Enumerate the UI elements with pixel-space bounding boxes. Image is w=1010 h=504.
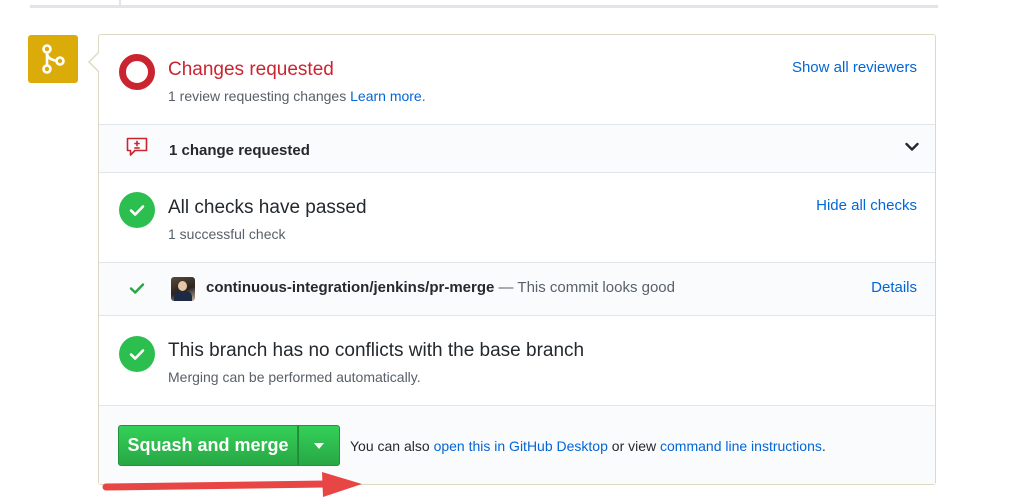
merge-alternatives-text: You can also open this in GitHub Desktop…: [350, 438, 826, 454]
check-item-row: continuous-integration/jenkins/pr-merge …: [99, 263, 935, 316]
timeline-tick: [119, 0, 121, 6]
annotation-arrow: [102, 472, 362, 497]
review-subtitle-text: 1 review requesting changes: [168, 88, 347, 104]
merge-button-group: Squash and merge: [118, 425, 340, 466]
details-link[interactable]: Details: [871, 279, 917, 296]
check-name: continuous-integration/jenkins/pr-merge: [206, 279, 495, 296]
review-title: Changes requested: [168, 59, 334, 80]
check-item-text: continuous-integration/jenkins/pr-merge …: [206, 279, 675, 296]
triangle-down-icon: [314, 442, 324, 449]
github-desktop-link[interactable]: open this in GitHub Desktop: [434, 438, 608, 454]
review-subtitle-end: .: [421, 88, 426, 104]
show-all-reviewers-link[interactable]: Show all reviewers: [792, 59, 917, 76]
review-status-section: Changes requested 1 review requesting ch…: [99, 35, 935, 125]
conflicts-status-section: This branch has no conflicts with the ba…: [99, 316, 935, 406]
avatar[interactable]: [171, 277, 195, 301]
review-subtitle: 1 review requesting changes Learn more.: [168, 88, 426, 104]
alt-middle: or view: [607, 438, 661, 454]
merge-box: Changes requested 1 review requesting ch…: [98, 34, 936, 485]
git-merge-icon: [42, 44, 65, 74]
timeline-divider: [30, 5, 938, 8]
check-circle-icon: [119, 336, 155, 372]
check-icon: [129, 283, 145, 294]
command-line-instructions-link[interactable]: command line instructions: [660, 438, 822, 454]
conflicts-title: This branch has no conflicts with the ba…: [168, 340, 585, 361]
hide-all-checks-link[interactable]: Hide all checks: [816, 197, 917, 214]
merge-badge: [28, 35, 78, 83]
alt-prefix: You can also: [350, 438, 434, 454]
checks-status-section: All checks have passed 1 successful chec…: [99, 173, 935, 263]
checks-title: All checks have passed: [168, 197, 367, 218]
chevron-down-icon[interactable]: [905, 142, 919, 152]
check-circle-icon: [119, 192, 155, 228]
change-requested-row[interactable]: 1 change requested: [99, 125, 935, 173]
squash-and-merge-button[interactable]: Squash and merge: [118, 425, 298, 466]
check-description: — This commit looks good: [494, 279, 675, 296]
request-changes-icon: [126, 137, 148, 156]
alt-suffix: .: [821, 438, 826, 454]
changes-requested-icon: [119, 54, 155, 90]
conflicts-subtitle: Merging can be performed automatically.: [168, 369, 421, 385]
change-requested-label: 1 change requested: [169, 142, 310, 159]
learn-more-link[interactable]: Learn more: [350, 88, 422, 104]
box-pointer-fill: [90, 53, 99, 71]
checks-subtitle: 1 successful check: [168, 226, 286, 242]
merge-options-button[interactable]: [298, 425, 340, 466]
